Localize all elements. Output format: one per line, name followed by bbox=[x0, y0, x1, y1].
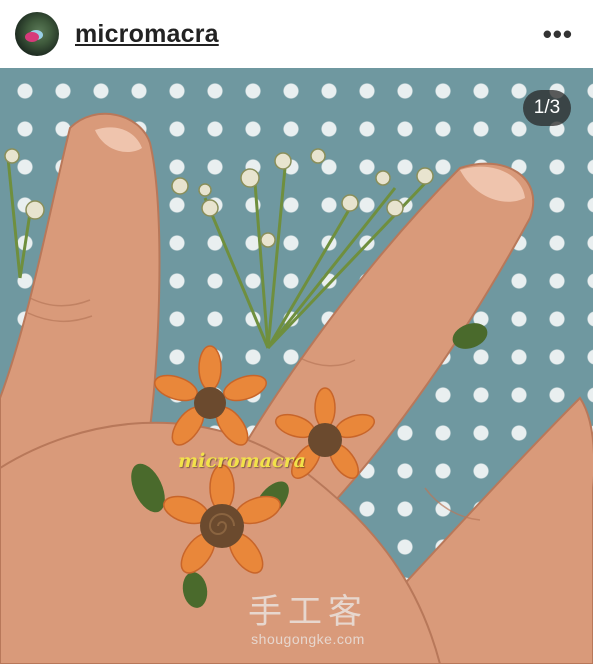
avatar-image bbox=[25, 32, 39, 42]
post-photo[interactable]: 1/3 micromacra 手工客 shougongke.com bbox=[0, 68, 593, 664]
post-header: micromacra ••• bbox=[0, 0, 593, 68]
site-watermark: 手工客 shougongke.com bbox=[228, 593, 388, 647]
site-url-text: shougongke.com bbox=[251, 631, 365, 647]
more-horizontal-icon[interactable]: ••• bbox=[543, 21, 573, 47]
site-logo-text: 手工客 bbox=[248, 593, 368, 631]
photo-watermark: micromacra bbox=[178, 450, 306, 472]
image-counter-badge: 1/3 bbox=[523, 90, 571, 126]
instagram-post: micromacra ••• 1/3 micromacra 手工客 shougo… bbox=[0, 0, 593, 664]
photo-illustration bbox=[0, 112, 593, 664]
username-link[interactable]: micromacra bbox=[75, 20, 219, 49]
avatar[interactable] bbox=[15, 12, 59, 56]
